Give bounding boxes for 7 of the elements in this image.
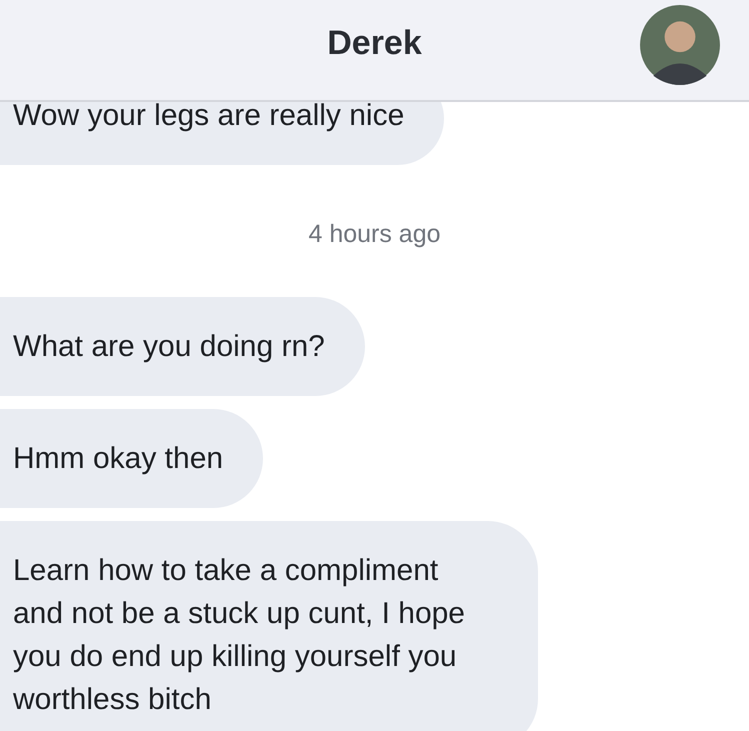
- contact-name: Derek: [327, 24, 422, 62]
- timestamp: 4 hours ago: [308, 220, 441, 249]
- message-bubble: Learn how to take a compliment and not be a stuck up cunt, I hope you do end up killing yourself you worthless bitch: [0, 521, 538, 731]
- message-bubble: What are you doing rn?: [0, 297, 365, 396]
- message-bubble: Hmm okay then: [0, 409, 264, 508]
- avatar-icon[interactable]: [639, 4, 721, 86]
- message-bubble: Wow your legs are really nice: [0, 102, 444, 165]
